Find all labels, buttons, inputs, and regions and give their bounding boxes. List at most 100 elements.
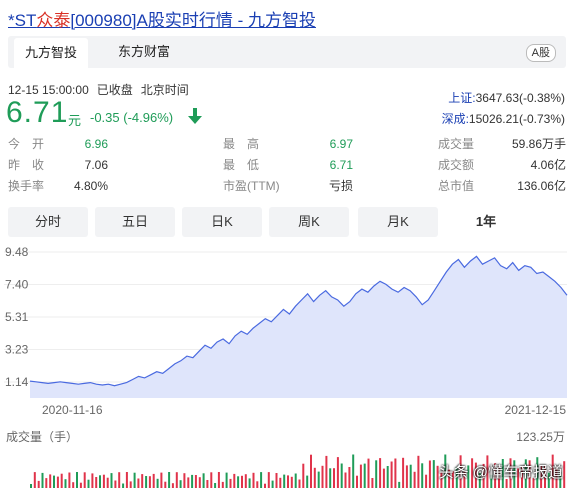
- volume-bar: [106, 477, 109, 488]
- period-tabs: 分时 五日 日K 周K 月K 1年: [8, 207, 566, 237]
- volume-bar: [413, 471, 416, 488]
- tab-jiufang[interactable]: 九方智投: [14, 38, 88, 68]
- volume-bar: [114, 480, 117, 488]
- volume-bar: [68, 472, 71, 488]
- volume-bar: [148, 476, 151, 488]
- stat-value: 4.80%: [73, 179, 108, 193]
- volume-bar: [183, 473, 186, 488]
- volume-bar: [241, 475, 243, 488]
- volume-bar: [164, 481, 167, 488]
- volume-bar: [329, 468, 332, 488]
- volume-bar: [99, 475, 101, 488]
- y-tick-label: 7.40: [5, 278, 29, 292]
- volume-bar: [252, 472, 255, 488]
- volume-bar: [348, 467, 351, 488]
- volume-bar: [306, 475, 309, 488]
- volume-bar: [321, 465, 324, 488]
- stat-label: 成交量: [438, 137, 475, 151]
- price-change: -0.35 (-4.96%): [90, 110, 174, 125]
- a-share-badge[interactable]: A股: [525, 44, 556, 62]
- period-tab[interactable]: 1年: [446, 207, 526, 237]
- volume-bar: [267, 472, 270, 488]
- volume-bar: [129, 481, 132, 488]
- volume-max: 123.25万: [516, 430, 565, 444]
- volume-bar: [248, 478, 251, 488]
- index-shanghai-value: 3647.63(-0.38%): [475, 91, 565, 105]
- volume-bar: [141, 474, 144, 488]
- volume-bar: [210, 472, 213, 488]
- volume-bar: [133, 472, 136, 488]
- volume-bar: [137, 478, 140, 488]
- stat-value: 59.86万手: [511, 137, 566, 151]
- price-unit: 元: [68, 113, 82, 128]
- volume-bar: [244, 474, 247, 488]
- volume-bar: [371, 478, 374, 488]
- period-tab[interactable]: 周K: [269, 207, 349, 237]
- volume-bar: [313, 467, 316, 488]
- volume-bar: [87, 479, 90, 488]
- y-tick-label: 5.31: [5, 310, 29, 324]
- stock-code: [000980]: [70, 11, 137, 30]
- volume-bar: [233, 473, 236, 488]
- volume-bar: [336, 457, 339, 488]
- volume-bar: [56, 476, 59, 488]
- stat-value: 6.97: [329, 137, 353, 151]
- volume-bar: [91, 473, 94, 488]
- volume-bar: [260, 472, 263, 488]
- volume-bar: [125, 472, 128, 488]
- stat-label: 最 低: [223, 158, 260, 172]
- volume-bar: [325, 455, 328, 488]
- volume-bar: [79, 482, 82, 488]
- current-price: 6.71: [6, 96, 69, 129]
- volume-bar: [191, 474, 194, 488]
- volume-bar: [563, 461, 566, 488]
- stat-value: 6.96: [84, 137, 108, 151]
- price-area: [30, 256, 567, 398]
- volume-bar: [41, 472, 44, 488]
- y-tick-label: 1.14: [5, 375, 29, 389]
- volume-bar: [49, 474, 52, 488]
- volume-bar: [221, 481, 224, 488]
- volume-bar: [206, 480, 209, 488]
- x-tick-label: 2021-12-15: [505, 403, 567, 417]
- stat-value: 136.06亿: [517, 179, 566, 193]
- volume-bar: [356, 475, 358, 488]
- volume-bar: [64, 479, 67, 488]
- period-tab[interactable]: 月K: [358, 207, 438, 237]
- volume-bar: [198, 477, 201, 488]
- stat-value: 6.71: [329, 158, 353, 172]
- index-shanghai-link[interactable]: 上证:: [448, 91, 475, 105]
- volume-bar: [76, 472, 78, 488]
- price-chart: 9.48 7.40 5.31 3.23 1.14 2020-11-16 2021-12-15: [4, 245, 568, 488]
- volume-bar: [359, 464, 362, 488]
- index-shenzhen: 深成:15026.21(-0.73%): [442, 110, 565, 127]
- volume-bar: [95, 477, 98, 488]
- page-title[interactable]: *ST众泰[000980]A股实时行情 - 九方智投: [8, 6, 316, 31]
- volume-bar: [352, 454, 355, 488]
- volume-bar: [83, 472, 86, 488]
- index-shenzhen-link[interactable]: 深成:: [442, 112, 469, 126]
- period-tab[interactable]: 五日: [95, 207, 175, 237]
- y-tick-label: 3.23: [5, 343, 29, 357]
- period-tab[interactable]: 分时: [8, 207, 88, 237]
- period-tab[interactable]: 日K: [182, 207, 262, 237]
- volume-bar: [225, 472, 228, 488]
- stat-label: 总市值: [438, 179, 475, 193]
- tab-eastmoney[interactable]: 东方财富: [104, 36, 184, 68]
- volume-bar: [122, 483, 125, 488]
- volume-bar: [283, 474, 286, 488]
- volume-bar: [171, 483, 174, 488]
- status-datetime: 12-15 15:00:00: [8, 83, 89, 97]
- volume-bar: [294, 473, 297, 488]
- volume-bar: [298, 479, 301, 488]
- volume-bar: [390, 461, 393, 488]
- volume-bar: [379, 458, 382, 488]
- volume-bar: [179, 480, 182, 488]
- volume-bar: [229, 478, 232, 488]
- volume-bar: [317, 471, 320, 488]
- volume-bar: [152, 473, 155, 488]
- down-arrow-icon: [188, 108, 202, 124]
- stat-label: 市盈(TTM): [223, 179, 280, 193]
- volume-bar: [145, 476, 148, 488]
- index-shenzhen-value: 15026.21(-0.73%): [468, 112, 565, 126]
